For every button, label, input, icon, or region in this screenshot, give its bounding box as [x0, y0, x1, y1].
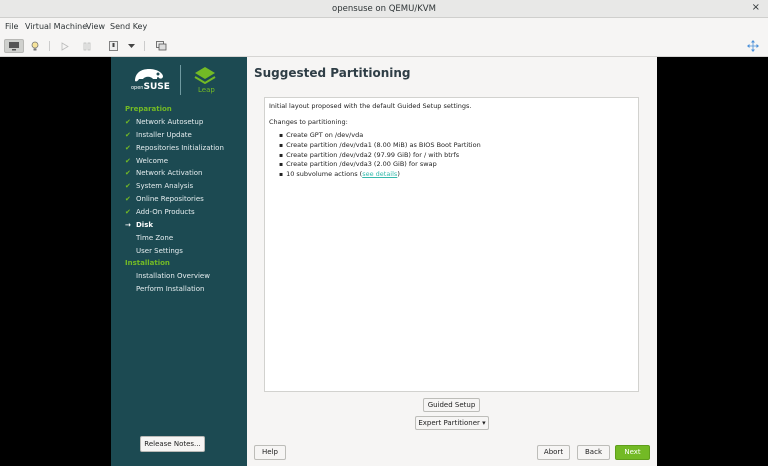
- list-item: Create partition /dev/vda3 (2.00 GiB) fo…: [279, 160, 481, 170]
- changes-title: Changes to partitioning:: [269, 118, 348, 126]
- step-perform-installation: Perform Installation: [136, 285, 205, 293]
- logo-divider: [180, 65, 181, 95]
- step-installer-update: ✔ Installer Update: [125, 131, 192, 139]
- step-system-analysis: ✔ System Analysis: [125, 182, 194, 190]
- power-icon[interactable]: [106, 39, 120, 53]
- step-repositories-initialization: ✔ Repositories Initialization: [125, 144, 224, 152]
- main-content: Suggested Partitioning Initial layout pr…: [247, 57, 657, 466]
- menubar: File Virtual Machine View Send Key: [0, 18, 768, 35]
- step-time-zone: Time Zone: [136, 234, 174, 242]
- see-details-link[interactable]: see details: [362, 170, 397, 178]
- step-network-autosetup: ✔ Network Autosetup: [125, 118, 204, 126]
- step-installation-overview: Installation Overview: [136, 272, 210, 280]
- window-title: opensuse on QEMU/KVM: [332, 4, 436, 14]
- list-item: Create GPT on /dev/vda: [279, 131, 481, 141]
- check-icon: ✔: [125, 131, 131, 139]
- menu-send-key[interactable]: Send Key: [110, 22, 147, 31]
- close-icon[interactable]: ×: [752, 2, 760, 13]
- check-icon: ✔: [125, 195, 131, 203]
- installer-sidebar: openSUSE Leap Preparation ✔ Network Autos…: [111, 57, 247, 466]
- page-title: Suggested Partitioning: [254, 66, 411, 80]
- expert-partitioner-button[interactable]: Expert Partitioner ▾: [415, 416, 489, 430]
- abort-button[interactable]: Abort: [537, 445, 570, 460]
- check-icon: ✔: [125, 169, 131, 177]
- toolbar-separator: [144, 41, 145, 51]
- leap-wordmark: Leap: [198, 86, 215, 94]
- arrow-right-icon: →: [125, 221, 131, 229]
- section-preparation: Preparation: [125, 105, 172, 113]
- check-icon: ✔: [125, 182, 131, 190]
- step-welcome: ✔ Welcome: [125, 157, 169, 165]
- next-button[interactable]: Next: [615, 445, 650, 460]
- bulb-icon[interactable]: [28, 39, 42, 53]
- opensuse-chameleon-logo: [135, 69, 163, 82]
- play-icon[interactable]: [58, 39, 72, 53]
- step-add-on-products: ✔ Add-On Products: [125, 208, 195, 216]
- list-item: 10 subvolume actions (see details): [279, 170, 481, 180]
- list-item: Create partition /dev/vda1 (8.00 MiB) as…: [279, 141, 481, 151]
- partitioning-summary: Initial layout proposed with the default…: [264, 97, 639, 392]
- back-button[interactable]: Back: [577, 445, 610, 460]
- step-disk: → Disk: [125, 221, 154, 229]
- resize-icon[interactable]: [746, 39, 760, 53]
- section-installation: Installation: [125, 259, 170, 267]
- pause-icon[interactable]: [80, 39, 94, 53]
- logo-area: openSUSE Leap: [111, 57, 247, 101]
- release-notes-button[interactable]: Release Notes...: [140, 436, 205, 452]
- opensuse-wordmark: openSUSE: [131, 82, 170, 92]
- check-icon: ✔: [125, 157, 131, 165]
- monitor-icon[interactable]: [4, 39, 24, 53]
- dropdown-arrow-icon[interactable]: [124, 39, 138, 53]
- check-icon: ✔: [125, 118, 131, 126]
- window-titlebar: opensuse on QEMU/KVM ×: [0, 0, 768, 18]
- menu-file[interactable]: File: [5, 22, 18, 31]
- step-network-activation: ✔ Network Activation: [125, 169, 203, 177]
- check-icon: ✔: [125, 208, 131, 216]
- step-online-repositories: ✔ Online Repositories: [125, 195, 204, 203]
- toolbar-separator: [49, 41, 50, 51]
- toolbar: [0, 35, 768, 57]
- list-item: Create partition /dev/vda2 (97.99 GiB) f…: [279, 151, 481, 161]
- check-icon: ✔: [125, 144, 131, 152]
- changes-list: Create GPT on /dev/vda Create partition …: [279, 131, 481, 180]
- guided-setup-button[interactable]: Guided Setup: [423, 398, 480, 412]
- step-user-settings: User Settings: [136, 247, 183, 255]
- snapshot-icon[interactable]: [154, 39, 168, 53]
- menu-virtual-machine[interactable]: Virtual Machine: [25, 22, 87, 31]
- help-button[interactable]: Help: [254, 445, 286, 460]
- menu-view[interactable]: View: [86, 22, 105, 31]
- intro-text: Initial layout proposed with the default…: [269, 102, 472, 110]
- leap-logo-icon: [194, 67, 216, 84]
